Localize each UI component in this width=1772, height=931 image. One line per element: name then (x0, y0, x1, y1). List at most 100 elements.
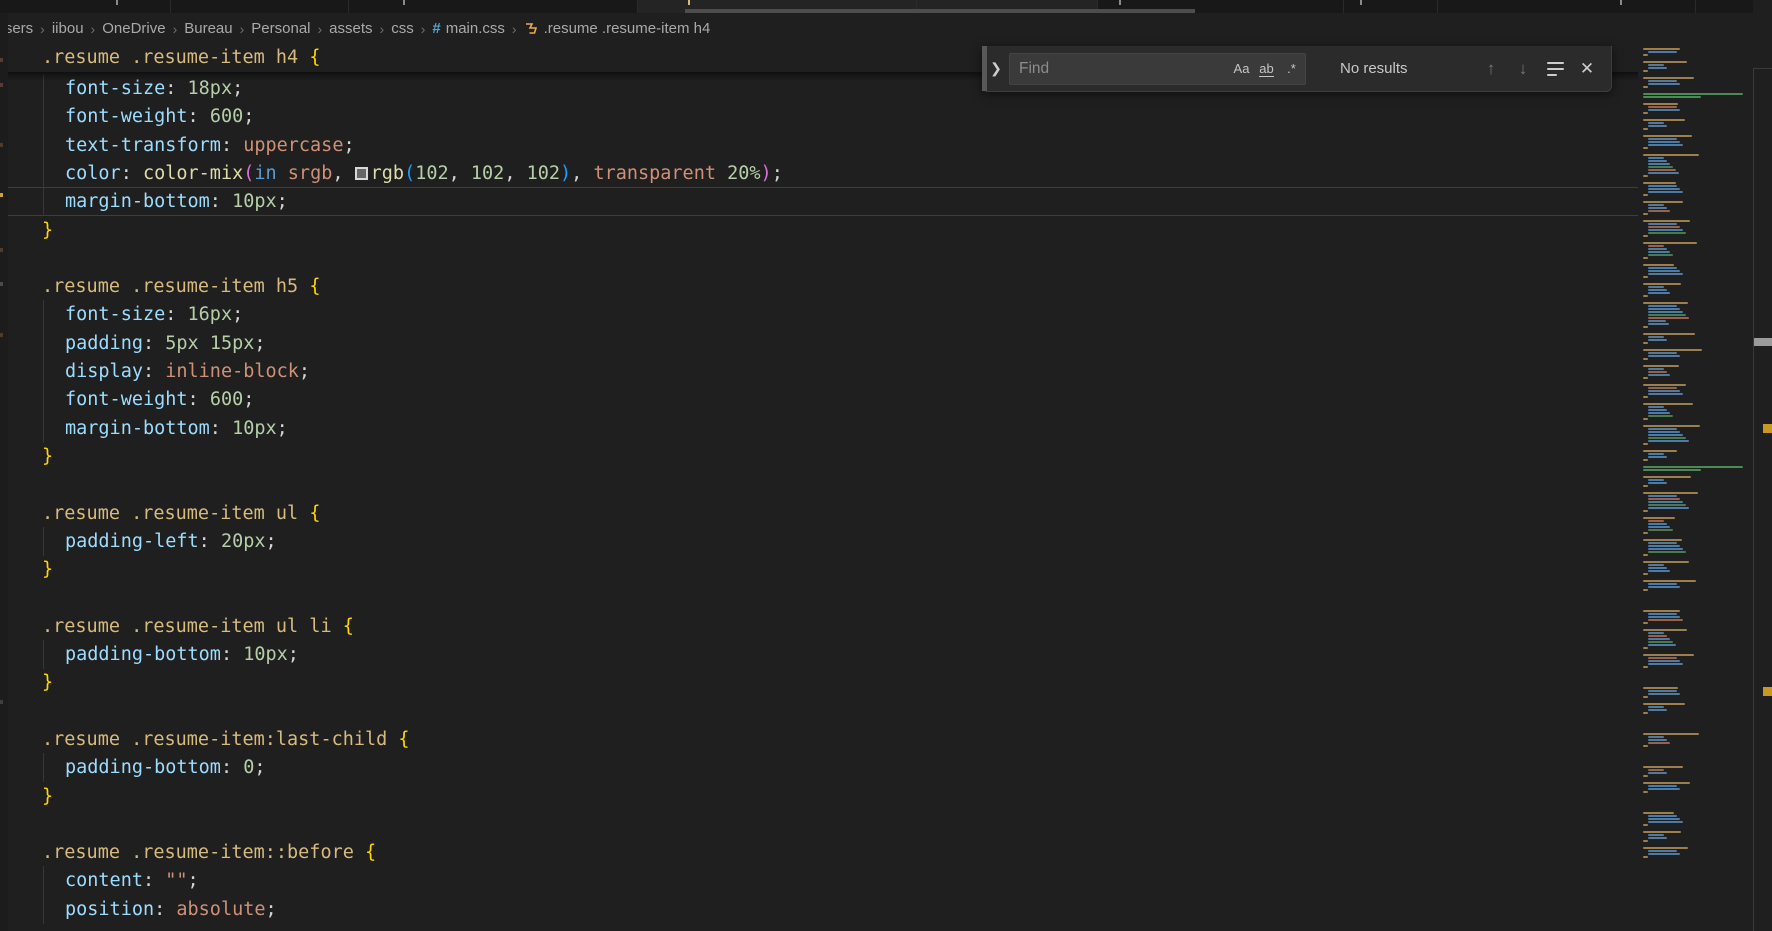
gutter-remnant-mark (0, 282, 3, 286)
code-line: } (8, 442, 1638, 471)
code-token: "" (165, 870, 187, 891)
previous-match-button[interactable]: ↑ (1475, 55, 1507, 83)
code-line: .resume .resume-item::before { (8, 838, 1638, 867)
minimap-line (1643, 77, 1694, 79)
minimap-line (1648, 355, 1680, 357)
code-token (332, 616, 343, 637)
minimap-comment-banner (1643, 93, 1743, 95)
code-line-text: margin-bottom: 10px; (65, 414, 288, 443)
code-token: .resume .resume-item h5 (42, 276, 298, 297)
minimap-line (1648, 314, 1686, 316)
minimap-line (1648, 551, 1686, 553)
minimap-line (1648, 526, 1670, 528)
code-token: : (154, 899, 176, 920)
gutter-remnant-mark (0, 193, 3, 197)
minimap-comment-banner (1643, 469, 1701, 471)
code-token (298, 503, 309, 524)
minimap-line (1648, 308, 1680, 310)
minimap-line (1648, 523, 1667, 525)
code-token: ; (254, 757, 265, 778)
code-line-text: font-weight: 600; (65, 385, 254, 414)
minimap-line (1648, 67, 1667, 69)
code-token: ; (299, 361, 310, 382)
minimap-line (1648, 270, 1680, 272)
minimap-line (1648, 188, 1680, 190)
minimap-line (1648, 706, 1664, 708)
code-line-text: .resume .resume-item ul li { (42, 612, 354, 641)
minimap-line (1643, 745, 1648, 747)
code-token (199, 333, 210, 354)
code-token: : (143, 361, 165, 382)
minimap-line (1648, 339, 1667, 341)
code-line-text: color: color-mix(in srgb, rgb(102, 102, … (65, 159, 783, 188)
whole-word-icon[interactable]: ab (1255, 58, 1278, 80)
group-border-top (1753, 68, 1772, 69)
minimap-line (1648, 267, 1677, 269)
code-token: { (309, 276, 320, 297)
overview-gold-mark (1763, 687, 1772, 696)
minimap-line (1648, 834, 1664, 836)
code-line-text: padding: 5px 15px; (65, 329, 266, 358)
code-token: font-weight (65, 106, 188, 127)
minimap-line (1643, 580, 1696, 582)
indent-guide (43, 102, 44, 131)
minimap-line (1643, 733, 1699, 735)
minimap-line (1648, 785, 1677, 787)
indent-guide (43, 753, 44, 782)
minimap-line (1643, 377, 1648, 379)
minimap-line (1648, 632, 1664, 634)
minimap-line (1643, 147, 1648, 149)
code-line-text: padding-bottom: 0; (65, 753, 266, 782)
code-line: } (8, 782, 1638, 811)
regex-icon[interactable]: .* (1280, 58, 1303, 80)
minimap-line (1648, 690, 1677, 692)
minimap-line (1648, 138, 1677, 140)
minimap-line (1648, 109, 1680, 111)
code-token: { (309, 503, 320, 524)
code-token: ; (243, 389, 254, 410)
minimap-line (1643, 654, 1694, 656)
code-token: ; (232, 304, 243, 325)
code-token: .resume .resume-item h4 (42, 47, 298, 68)
code-token: { (365, 842, 376, 863)
minimap-line (1648, 583, 1677, 585)
find-widget-resize-sash[interactable] (982, 46, 987, 91)
find-input[interactable]: Find Aa ab .* (1009, 53, 1306, 85)
minimap-line (1643, 326, 1648, 328)
minimap-line (1648, 772, 1667, 774)
find-in-selection-icon[interactable] (1539, 55, 1571, 83)
code-token: uppercase (243, 135, 343, 156)
code-editor-content[interactable]: font-size: 18px;font-weight: 600;text-tr… (8, 0, 1638, 931)
minimap-line (1648, 495, 1677, 497)
code-token: font-size (65, 304, 165, 325)
minimap-line (1643, 666, 1648, 668)
minimap-line (1648, 157, 1664, 159)
code-token: margin-bottom (65, 191, 210, 212)
minimap-line (1643, 561, 1689, 563)
minimap-line (1648, 387, 1677, 389)
code-line: text-transform: uppercase; (8, 131, 1638, 160)
code-line-text: } (42, 668, 53, 697)
sliver-scrollbar-thumb[interactable] (1754, 338, 1772, 346)
minimap-line (1648, 185, 1677, 187)
code-token: : (210, 418, 232, 439)
close-find-widget-button[interactable]: ✕ (1571, 55, 1603, 83)
code-line: .resume .resume-item ul li { (8, 612, 1638, 641)
vscode-window: Users›iibou›OneDrive›Bureau›Personal›ass… (0, 0, 1772, 931)
next-match-button[interactable]: ↓ (1507, 55, 1539, 83)
minimap-line (1648, 352, 1677, 354)
minimap-line (1643, 396, 1648, 398)
minimap-line (1648, 709, 1667, 711)
minimap-line (1643, 48, 1680, 50)
cropped-left-gutter (0, 13, 8, 931)
minimap-line (1648, 837, 1667, 839)
code-line: padding: 5px 15px; (8, 329, 1638, 358)
code-token: : (221, 757, 243, 778)
code-line-text: font-weight: 600; (65, 102, 254, 131)
minimap-line (1648, 657, 1677, 659)
minimap[interactable] (1641, 44, 1753, 928)
code-token: , (332, 163, 354, 184)
match-case-icon[interactable]: Aa (1230, 58, 1253, 80)
minimap-line (1643, 128, 1648, 130)
minimap-line (1648, 323, 1669, 325)
